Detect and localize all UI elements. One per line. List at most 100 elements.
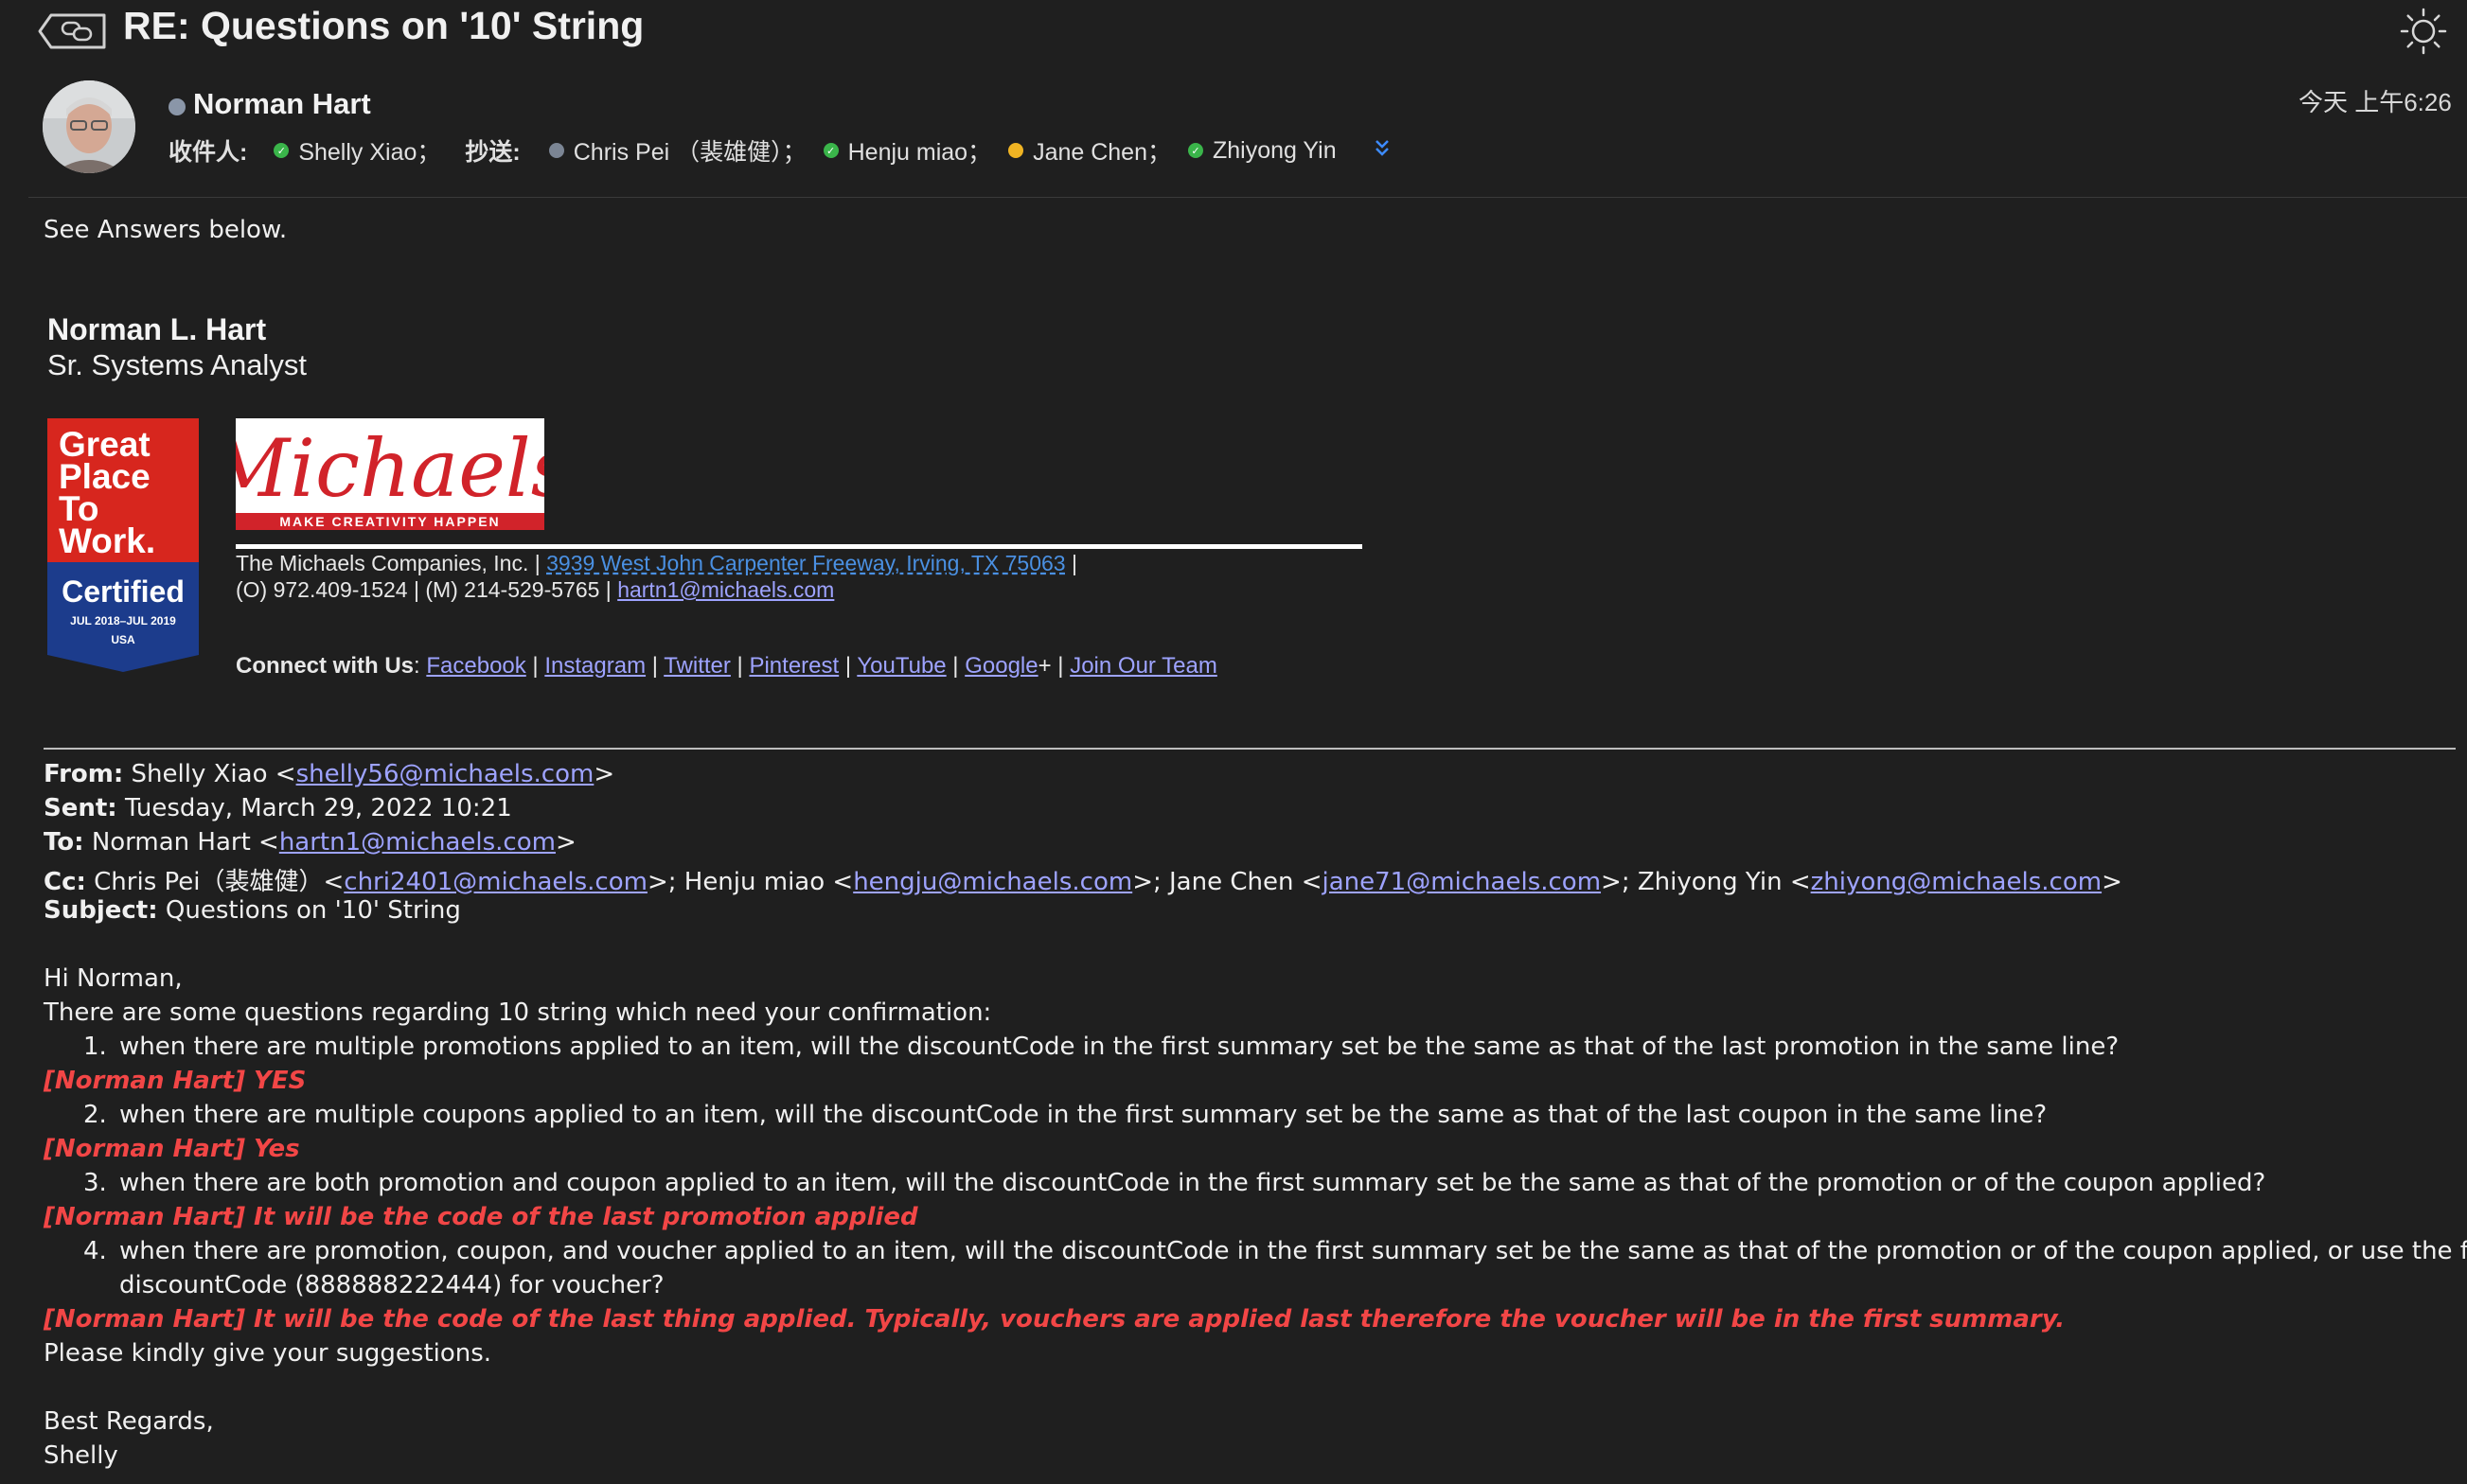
answer-2: [Norman Hart] Yes	[44, 1135, 300, 1163]
answer-4: [Norman Hart] It will be the code of the…	[44, 1305, 2066, 1334]
sent-label: Sent:	[44, 794, 117, 822]
person-photo	[43, 80, 135, 173]
quoted-sent: Sent: Tuesday, March 29, 2022 10:21	[44, 794, 512, 822]
signature-email-link[interactable]: hartn1@michaels.com	[617, 577, 834, 602]
signature-address-line: The Michaels Companies, Inc. | 3939 West…	[236, 551, 1077, 576]
recipient-henju[interactable]: ✓ Henju miao；	[823, 133, 992, 168]
address-separator: |	[1065, 551, 1077, 575]
expand-recipients-icon[interactable]	[1373, 137, 1392, 164]
quoted-from: From: Shelly Xiao <shelly56@michaels.com…	[44, 760, 615, 788]
social-links: Connect with Us: Facebook | Instagram | …	[236, 653, 1217, 679]
subject-value: Questions on '10' String	[165, 896, 461, 925]
recipient-shelly[interactable]: ✓ Shelly Xiao；	[274, 133, 440, 168]
to-email-link[interactable]: hartn1@michaels.com	[279, 828, 556, 857]
address-link[interactable]: 3939 West John Carpenter Freeway, Irving…	[546, 551, 1065, 575]
question-4: when there are promotion, coupon, and vo…	[119, 1237, 2467, 1265]
company-name: The Michaels Companies, Inc. |	[236, 551, 547, 575]
greeting: Hi Norman,	[44, 964, 183, 993]
sender-avatar[interactable]	[43, 80, 135, 173]
question-2: when there are multiple coupons applied …	[119, 1101, 2048, 1129]
list-number: 1.	[83, 1033, 107, 1061]
cc-email-link[interactable]: hengju@michaels.com	[853, 868, 1132, 896]
question-3: when there are both promotion and coupon…	[119, 1169, 2266, 1197]
question-1: when there are multiple promotions appli…	[119, 1033, 2120, 1061]
available-icon: ✓	[823, 143, 839, 158]
sent-value: Tuesday, March 29, 2022 10:21	[124, 794, 512, 822]
google-plus-link[interactable]: Google	[965, 653, 1038, 679]
closing-request: Please kindly give your suggestions.	[44, 1339, 492, 1368]
logo-tagline: MAKE CREATIVITY HAPPEN	[279, 514, 500, 529]
pinterest-link[interactable]: Pinterest	[749, 653, 839, 679]
recipient-label: Shelly Xiao；	[298, 139, 441, 166]
from-email-link[interactable]: shelly56@michaels.com	[296, 760, 595, 788]
offline-icon	[548, 143, 564, 158]
list-number: 3.	[83, 1169, 107, 1197]
badge-certified: Certified	[62, 574, 185, 609]
badge-country: USA	[111, 633, 135, 646]
cc-email-link[interactable]: jane71@michaels.com	[1322, 868, 1602, 896]
quoted-cc: Cc: Chris Pei（裴雄健）<chri2401@michaels.com…	[44, 868, 2122, 896]
received-date: 今天 上午6:26	[2298, 88, 2452, 116]
question-4-continued: discountCode (888888222444) for voucher?	[119, 1271, 665, 1299]
regards: Best Regards,	[44, 1407, 214, 1436]
recipient-chris[interactable]: Chris Pei （裴雄健）；	[548, 133, 807, 168]
great-place-to-work-badge: Great Place To Work. Certified JUL 2018–…	[47, 418, 199, 672]
to-name: Norman Hart <	[91, 828, 279, 857]
facebook-link[interactable]: Facebook	[426, 653, 525, 679]
quote-divider	[44, 748, 2456, 750]
available-icon: ✓	[274, 143, 290, 158]
signature-phone-line: (O) 972.409-1524 | (M) 214-529-5765 | ha…	[236, 577, 834, 603]
logo-wordmark: Michaels	[236, 422, 544, 515]
list-number: 4.	[83, 1237, 107, 1265]
list-number: 2.	[83, 1101, 107, 1129]
signoff-name: Shelly	[44, 1441, 118, 1470]
join-our-team-link[interactable]: Join Our Team	[1070, 653, 1217, 679]
quoted-subject: Subject: Questions on '10' String	[44, 896, 461, 925]
logo-underline	[236, 544, 1362, 549]
from-label: From:	[44, 760, 124, 788]
cc-email-link[interactable]: chri2401@michaels.com	[344, 868, 648, 896]
presence-dot	[169, 98, 186, 115]
to-label: 收件人:	[169, 139, 248, 166]
recipient-zhiyong[interactable]: ✓ Zhiyong Yin	[1188, 137, 1337, 165]
cc-name: >; Henju miao <	[647, 868, 854, 896]
badge-dates: JUL 2018–JUL 2019	[70, 614, 176, 627]
badge-line-4: Work.	[59, 521, 155, 560]
cc-name: >; Zhiyong Yin <	[1601, 868, 1811, 896]
subject-label: Subject:	[44, 896, 158, 925]
michaels-logo: Michaels MAKE CREATIVITY HAPPEN	[206, 418, 572, 530]
cc-name: Chris Pei（裴雄健）<	[94, 868, 345, 896]
to-label: To:	[44, 828, 84, 857]
from-name: Shelly Xiao <	[131, 760, 296, 788]
answer-3: [Norman Hart] It will be the code of the…	[44, 1203, 918, 1231]
twitter-link[interactable]: Twitter	[664, 653, 731, 679]
cc-email-link[interactable]: zhiyong@michaels.com	[1811, 868, 2102, 896]
header-divider	[28, 197, 2467, 198]
quoted-to: To: Norman Hart <hartn1@michaels.com>	[44, 828, 577, 857]
cc-name: >; Jane Chen <	[1132, 868, 1322, 896]
recipient-label: Zhiyong Yin	[1213, 136, 1337, 164]
recipient-jane[interactable]: Jane Chen；	[1008, 133, 1171, 168]
sun-icon	[2400, 8, 2447, 55]
signature-name: Norman L. Hart	[47, 312, 267, 346]
answer-1: [Norman Hart] YES	[44, 1067, 307, 1095]
youtube-link[interactable]: YouTube	[857, 653, 946, 679]
appearance-toggle[interactable]	[2400, 8, 2447, 55]
phone-numbers: (O) 972.409-1524 | (M) 214-529-5765 |	[236, 577, 618, 602]
cc-label: Cc:	[44, 868, 86, 896]
recipient-label: Henju miao；	[847, 139, 992, 166]
sender-name[interactable]: Norman Hart	[193, 87, 371, 121]
cc-label: 抄送:	[465, 139, 521, 166]
email-subject: RE: Questions on '10' String	[123, 4, 645, 47]
recipient-row: 收件人: ✓ Shelly Xiao； 抄送: Chris Pei （裴雄健）；…	[169, 134, 1392, 167]
away-icon	[1008, 143, 1024, 158]
back-button[interactable]	[36, 9, 110, 53]
recipient-label: Jane Chen；	[1033, 139, 1171, 166]
recipient-label: Chris Pei （裴雄健）；	[573, 139, 807, 166]
questions-intro: There are some questions regarding 10 st…	[44, 998, 992, 1027]
back-icon	[38, 13, 106, 49]
instagram-link[interactable]: Instagram	[544, 653, 646, 679]
connect-label: Connect with Us	[236, 653, 415, 679]
body-intro: See Answers below.	[44, 216, 288, 244]
signature-title: Sr. Systems Analyst	[47, 348, 307, 381]
